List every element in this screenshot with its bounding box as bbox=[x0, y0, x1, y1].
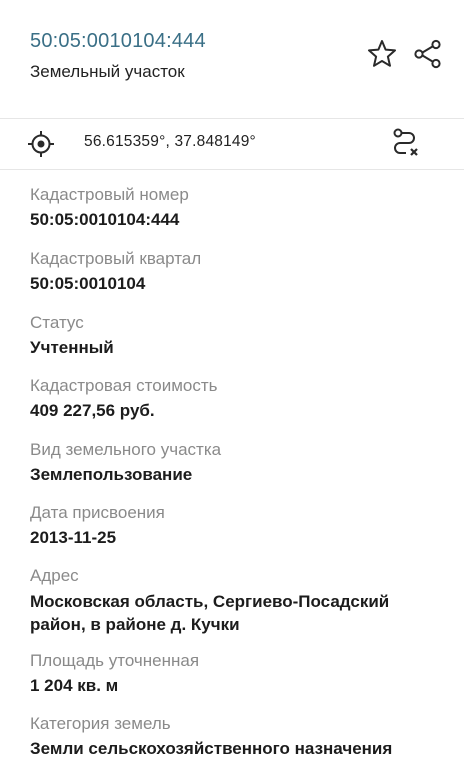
object-header: 50:05:0010104:444 Земельный участок bbox=[0, 0, 464, 119]
field-label: Адрес bbox=[30, 566, 79, 585]
field-value: 1 204 кв. м bbox=[30, 676, 119, 695]
field-label: Кадастровая стоимость bbox=[30, 376, 218, 395]
field-value[interactable]: 50:05:0010104:444 bbox=[30, 209, 189, 231]
field-label: Кадастровый квартал bbox=[30, 249, 202, 268]
coordinates-text[interactable]: 56.615359°, 37.848149° bbox=[84, 133, 256, 151]
field-label: Площадь уточненная bbox=[30, 651, 200, 670]
field-land-use-type: Вид земельного участка Землепользование bbox=[30, 439, 221, 486]
field-value: 2013-11-25 bbox=[30, 528, 117, 547]
field-cadastral-quarter: Кадастровый квартал 50:05:0010104 bbox=[30, 248, 201, 295]
cadastral-id-title: 50:05:0010104:444 bbox=[30, 30, 206, 52]
field-label: Вид земельного участка bbox=[30, 440, 222, 459]
field-label: Дата присвоения bbox=[30, 503, 165, 522]
field-label: Категория земель bbox=[30, 714, 171, 733]
field-label: Кадастровый номер bbox=[30, 185, 189, 204]
star-icon[interactable] bbox=[366, 38, 398, 70]
crosshair-icon[interactable] bbox=[27, 130, 55, 158]
share-icon[interactable] bbox=[412, 38, 444, 70]
field-value: 409 227,56 руб. bbox=[30, 401, 155, 420]
field-value[interactable]: 50:05:0010104 bbox=[30, 273, 201, 295]
field-cadastral-cost: Кадастровая стоимость 409 227,56 руб. bbox=[30, 375, 217, 422]
field-status: Статус Учтенный bbox=[30, 312, 114, 359]
field-value: Земли сельскохозяйственного назначения bbox=[30, 739, 393, 758]
field-label: Статус bbox=[30, 313, 84, 332]
field-area: Площадь уточненная 1 204 кв. м bbox=[30, 650, 199, 697]
field-value: Землепользование bbox=[30, 465, 193, 484]
field-value: Учтенный bbox=[30, 338, 114, 357]
field-assignment-date: Дата присвоения 2013-11-25 bbox=[30, 502, 165, 549]
field-land-category: Категория земель Земли сельскохозяйствен… bbox=[30, 713, 392, 760]
object-type-subtitle: Земельный участок bbox=[30, 62, 185, 81]
field-cadastral-number: Кадастровый номер 50:05:0010104:444 bbox=[30, 184, 189, 231]
coordinates-bar: 56.615359°, 37.848149° bbox=[0, 119, 464, 170]
field-value[interactable]: Московская область, Сергиево-Посадский р… bbox=[30, 590, 440, 636]
route-icon[interactable] bbox=[388, 126, 422, 160]
field-address: Адрес Московская область, Сергиево-Посад… bbox=[30, 565, 440, 636]
